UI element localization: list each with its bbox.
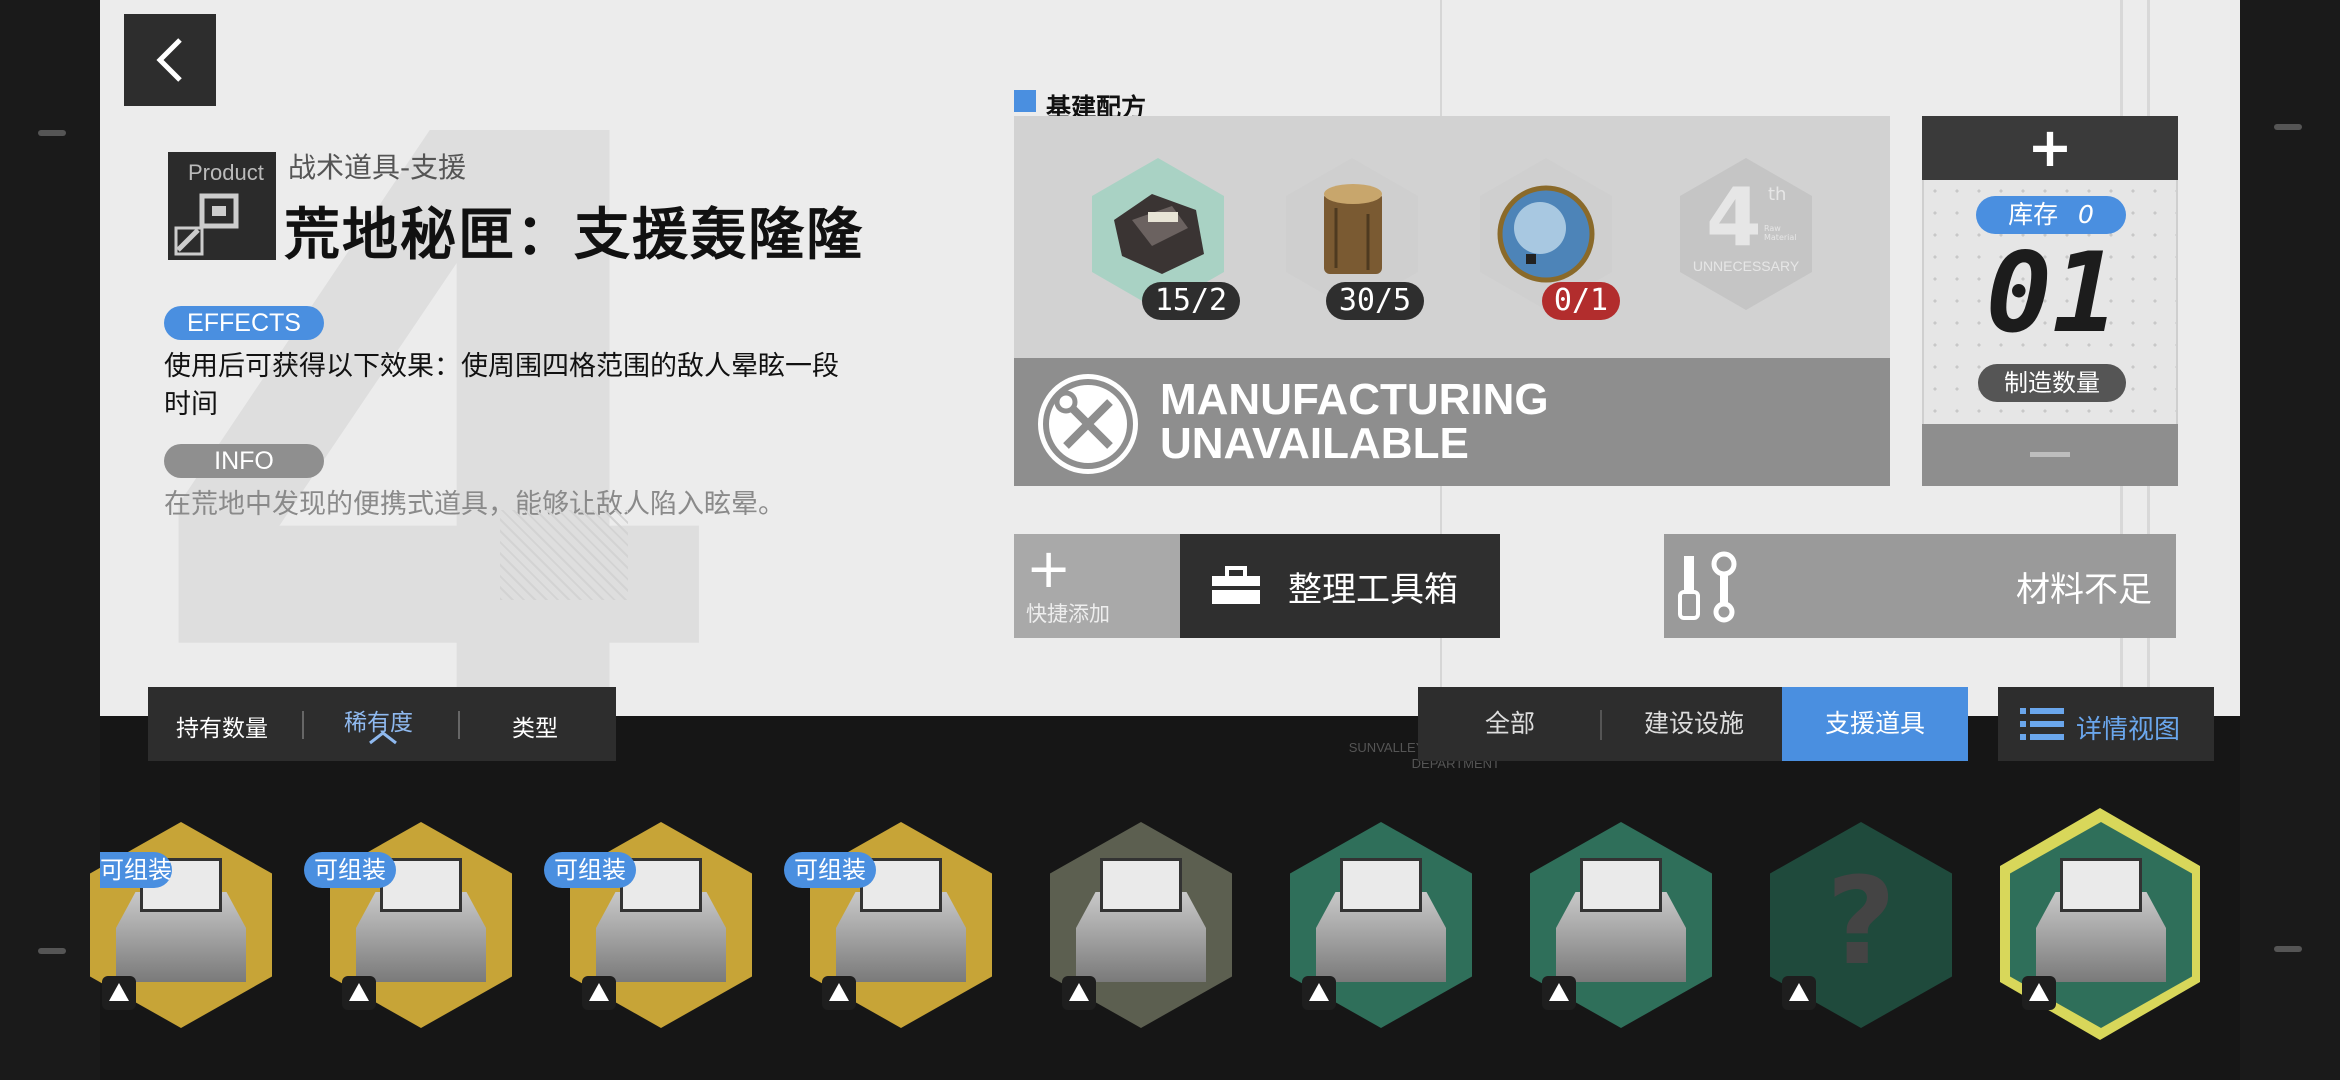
rarity-icon <box>1062 976 1096 1010</box>
hatch-decoration <box>500 510 628 600</box>
quantity-label: 制造数量 <box>1978 364 2126 402</box>
assemble-badge: 可组装 <box>304 852 396 888</box>
manufacturing-status-text: MANUFACTURING UNAVAILABLE <box>1160 378 1549 466</box>
organize-toolbox-label: 整理工具箱 <box>1288 570 1458 610</box>
assemble-badge: 可组装 <box>784 852 876 888</box>
filter-all[interactable]: 全部 <box>1418 687 1602 761</box>
slot-subtext: Raw Material <box>1764 224 1797 242</box>
toolbox-icon <box>1212 566 1260 604</box>
rarity-icon <box>1782 976 1816 1010</box>
rarity-icon <box>1542 976 1576 1010</box>
assemble-badge: 可组装 <box>544 852 636 888</box>
plus-icon: + <box>2027 116 2073 179</box>
filter-bar: 全部 建设设施 支援道具 <box>1418 687 1968 761</box>
recipe-marker <box>1014 90 1036 112</box>
bezel-dash <box>2274 124 2302 130</box>
rarity-icon <box>2022 976 2056 1010</box>
sort-by-owned[interactable]: 持有数量 <box>176 709 268 743</box>
back-button[interactable] <box>124 14 216 106</box>
right-bezel <box>2240 0 2340 1080</box>
machine-part <box>2060 858 2142 912</box>
recipe-panel: 15/2 30/5 0/1 4 th Raw Material UNNECESS… <box>1014 116 1890 358</box>
manufacturing-status: MANUFACTURING UNAVAILABLE <box>1014 358 1890 486</box>
sort-by-type[interactable]: 类型 <box>512 709 558 743</box>
left-bezel <box>0 0 100 1080</box>
unknown-icon: ? <box>1826 853 1896 992</box>
organize-toolbox-button[interactable]: 整理工具箱 <box>1180 534 1500 638</box>
material-count-insufficient: 0/1 <box>1542 282 1620 320</box>
machine-part <box>1340 858 1422 912</box>
slot-numeral-suffix: th <box>1768 184 1787 205</box>
sort-asc-icon <box>369 731 397 745</box>
quick-add-label: 快捷添加 <box>1026 602 1110 626</box>
assemble-badge: 可组装 <box>100 852 172 888</box>
machine-part <box>1100 858 1182 912</box>
filter-support-items[interactable]: 支援道具 <box>1782 687 1968 761</box>
detail-view-button[interactable]: 详情视图 <box>1998 687 2214 761</box>
rarity-icon <box>342 976 376 1010</box>
assemble-badge-label: 可组装 <box>100 856 172 884</box>
bezel-dash <box>2274 946 2302 952</box>
stock-value: 0 <box>2078 200 2094 229</box>
chevron-left-icon <box>156 38 182 82</box>
slot-numeral: 4 <box>1706 171 1762 264</box>
tools-icon <box>1678 551 1737 623</box>
filter-facilities[interactable]: 建设设施 <box>1602 687 1786 761</box>
sort-separator <box>302 711 304 739</box>
quantity-panel: 库存 0 01 制造数量 <box>1922 180 2178 424</box>
rarity-icon <box>582 976 616 1010</box>
info-label: INFO <box>164 444 324 478</box>
quick-add-button[interactable]: + 快捷添加 <box>1014 534 1184 638</box>
quantity-value: 01 <box>1985 229 2119 357</box>
item-title: 荒地秘匣：支援轰隆隆 <box>284 203 864 268</box>
product-glyph-icon <box>174 193 239 256</box>
machine-part <box>1580 858 1662 912</box>
bezel-dash <box>38 948 66 954</box>
material-count: 30/5 <box>1326 282 1424 320</box>
unnecessary-slot-icon: 4 th Raw Material UNNECESSARY <box>1680 158 1812 310</box>
rarity-icon <box>102 976 136 1010</box>
status-line-2: UNAVAILABLE <box>1160 419 1469 468</box>
product-icon: Product <box>168 152 276 260</box>
material-count: 15/2 <box>1142 282 1240 320</box>
minus-icon <box>2030 452 2070 457</box>
status-line-1: MANUFACTURING <box>1160 375 1549 424</box>
stock-label: 库存 <box>2008 200 2059 229</box>
effects-text: 使用后可获得以下效果：使周围四格范围的敌人晕眩一段时间 <box>164 351 839 420</box>
rarity-icon <box>1302 976 1336 1010</box>
sort-separator <box>458 711 460 739</box>
list-icon <box>2020 708 2064 740</box>
insufficient-materials-button[interactable]: 材料不足 <box>1664 534 2176 638</box>
wrench-screwdriver-icon <box>1038 374 1138 474</box>
effects-label: EFFECTS <box>164 306 324 340</box>
quantity-decrease-button[interactable] <box>1922 424 2178 486</box>
bezel-dash <box>38 130 66 136</box>
sort-bar: 持有数量 稀有度 类型 <box>148 687 616 761</box>
plus-icon: + <box>1026 537 1072 600</box>
item-category: 战术道具-支援 <box>288 151 467 184</box>
slot-unnecessary-label: UNNECESSARY <box>1692 258 1800 274</box>
detail-view-label: 详情视图 <box>2076 715 2181 745</box>
quantity-increase-button[interactable]: + <box>1922 116 2178 180</box>
insufficient-materials-label: 材料不足 <box>2016 570 2152 610</box>
rarity-icon <box>822 976 856 1010</box>
